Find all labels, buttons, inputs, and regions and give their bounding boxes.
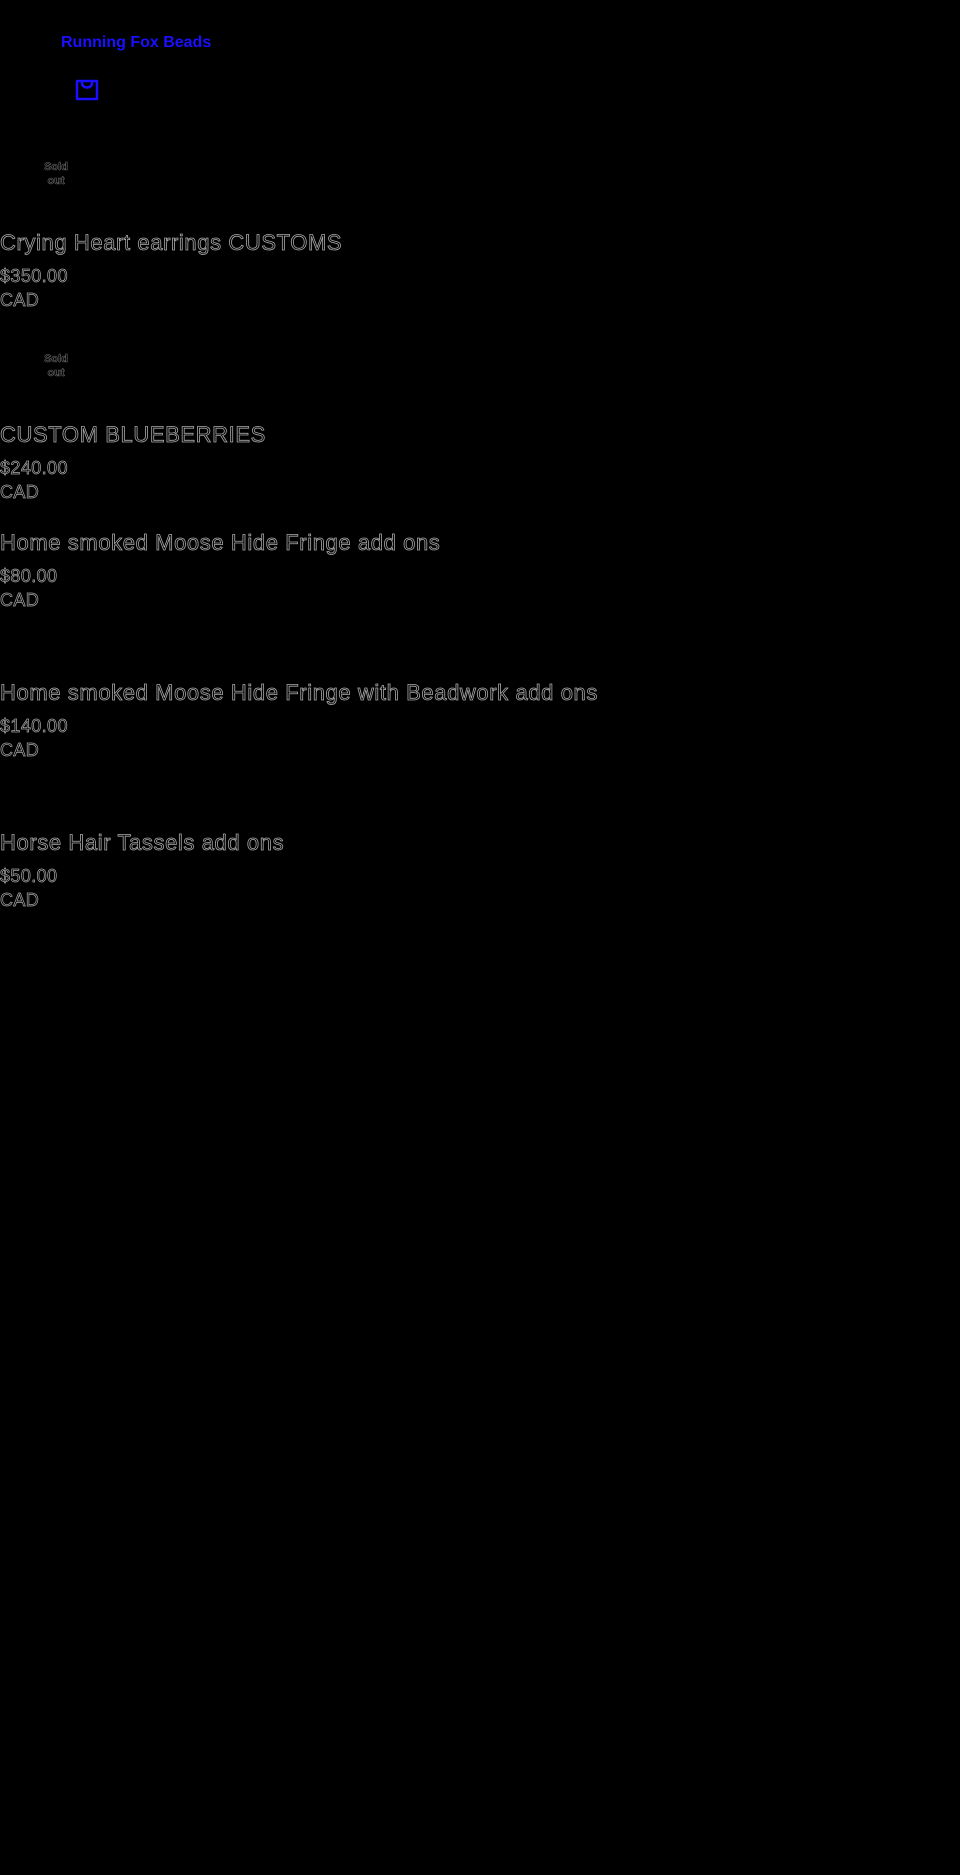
product-title: CUSTOM BLUEBERRIES — [0, 422, 266, 448]
product-card-moose-hide-fringe[interactable]: Home smoked Moose Hide Fringe add ons $8… — [0, 492, 960, 642]
product-price: $350.00 CAD — [0, 266, 68, 311]
shopping-bag-icon — [74, 74, 100, 102]
product-title: Crying Heart earrings CUSTOMS — [0, 230, 343, 256]
product-card-horse-hair-tassels[interactable]: Horse Hair Tassels add ons $50.00 CAD — [0, 792, 960, 942]
product-title: Horse Hair Tassels add ons — [0, 830, 285, 856]
store-name-link[interactable]: Running Fox Beads — [61, 34, 211, 52]
cart-link[interactable] — [74, 74, 100, 102]
product-title: Home smoked Moose Hide Fringe with Beadw… — [0, 680, 598, 706]
product-price: $140.00 CAD — [0, 716, 68, 761]
sold-out-badge: Sold out — [44, 161, 68, 188]
product-card-moose-hide-fringe-beadwork[interactable]: Home smoked Moose Hide Fringe with Beadw… — [0, 642, 960, 792]
sold-out-badge: Sold out — [44, 353, 68, 380]
product-card-custom-blueberries[interactable]: Sold out CUSTOM BLUEBERRIES $240.00 CAD — [0, 342, 960, 503]
product-price: $80.00 CAD — [0, 566, 58, 611]
site-header: Running Fox Beads — [0, 0, 960, 110]
product-list: Sold out Crying Heart earrings CUSTOMS $… — [0, 150, 960, 942]
product-card-crying-heart[interactable]: Sold out Crying Heart earrings CUSTOMS $… — [0, 150, 960, 342]
product-title: Home smoked Moose Hide Fringe add ons — [0, 530, 441, 556]
product-price: $50.00 CAD — [0, 866, 58, 911]
